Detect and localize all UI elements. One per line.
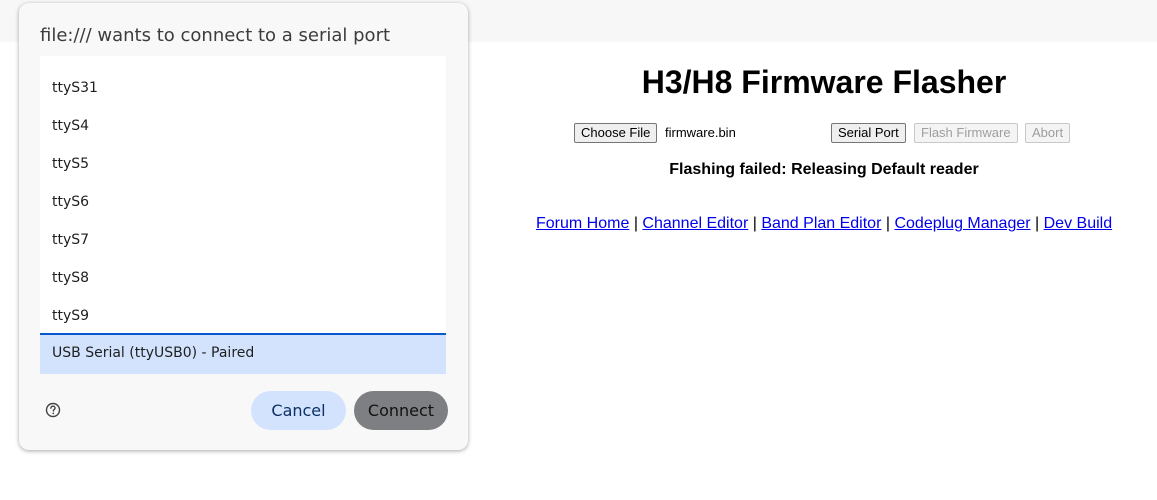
page-title: H3/H8 Firmware Flasher xyxy=(641,64,1007,100)
link-band-plan-editor[interactable]: Band Plan Editor xyxy=(761,215,881,232)
port-item[interactable]: ttyS7 xyxy=(40,221,446,259)
serial-port-dialog: file:/// wants to connect to a serial po… xyxy=(19,3,468,450)
link-codeplug-manager[interactable]: Codeplug Manager xyxy=(894,215,1030,232)
help-icon[interactable] xyxy=(45,402,61,418)
flash-firmware-button[interactable]: Flash Firmware xyxy=(914,123,1018,143)
link-separator: | xyxy=(1035,215,1040,232)
link-forum-home[interactable]: Forum Home xyxy=(536,215,629,232)
link-channel-editor[interactable]: Channel Editor xyxy=(642,215,748,232)
port-item[interactable]: ttyS4 xyxy=(40,107,446,145)
choose-file-button[interactable]: Choose File xyxy=(574,123,658,143)
cancel-button[interactable]: Cancel xyxy=(251,391,346,430)
status-message: Flashing failed: Releasing Default reade… xyxy=(669,161,979,178)
port-list[interactable]: ttyS31 ttyS4 ttyS5 ttyS6 ttyS7 ttyS8 tty… xyxy=(40,56,446,374)
link-separator: | xyxy=(752,215,757,232)
link-separator: | xyxy=(885,215,891,232)
serial-port-button[interactable]: Serial Port xyxy=(831,123,906,143)
link-dev-build[interactable]: Dev Build xyxy=(1044,215,1112,232)
dialog-title: file:/// wants to connect to a serial po… xyxy=(40,25,391,46)
port-item[interactable]: ttyS5 xyxy=(40,145,446,183)
port-item-selected[interactable]: USB Serial (ttyUSB0) - Paired xyxy=(40,333,446,374)
port-item[interactable]: ttyS8 xyxy=(40,259,446,297)
abort-button[interactable]: Abort xyxy=(1025,123,1071,143)
connect-button[interactable]: Connect xyxy=(354,391,448,430)
port-item[interactable]: ttyS31 xyxy=(40,69,446,107)
link-separator: | xyxy=(633,215,638,232)
port-item[interactable]: ttyS9 xyxy=(40,297,446,335)
selected-file-name: firmware.bin xyxy=(665,125,736,140)
port-item[interactable]: ttyS6 xyxy=(40,183,446,221)
flasher-page: H3/H8 Firmware Flasher Choose File firmw… xyxy=(470,42,1157,500)
footer-links: Forum Home | Channel Editor | Band Plan … xyxy=(536,215,1112,233)
